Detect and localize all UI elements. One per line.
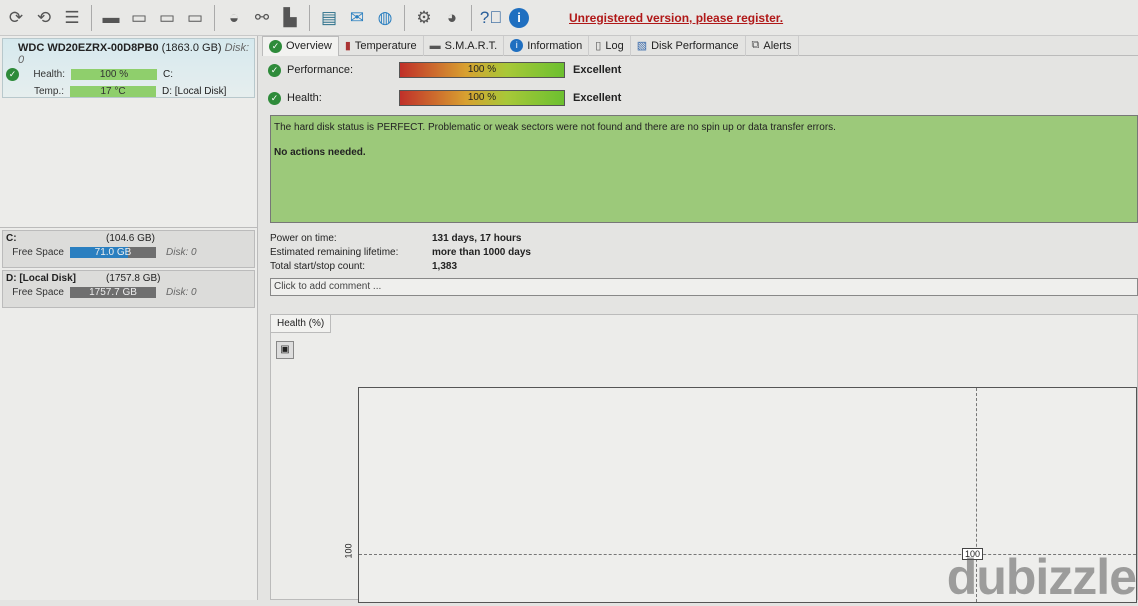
status-box: The hard disk status is PERFECT. Problem… <box>270 115 1138 223</box>
free-space-bar: 1757.7 GB <box>70 287 156 298</box>
check-icon: ✓ <box>6 68 19 81</box>
disk-list-empty <box>0 100 257 228</box>
disk-panel: WDC WD20EZRX-00D8PB0 (1863.0 GB) Disk: 0… <box>0 36 258 600</box>
health-rating: Excellent <box>573 92 622 104</box>
disk-name: WDC WD20EZRX-00D8PB0 <box>18 42 159 54</box>
tab-information[interactable]: i Information <box>504 35 590 56</box>
network-globe-icon[interactable]: ◍ <box>373 6 397 30</box>
disk-clock-icon[interactable]: ▭ <box>127 6 151 30</box>
mail-icon[interactable]: ✉ <box>345 6 369 30</box>
network-icon[interactable]: ⚯ <box>250 6 274 30</box>
check-icon: ✓ <box>268 91 281 105</box>
info-icon[interactable]: i <box>507 6 531 30</box>
comment-input[interactable]: Click to add comment ... <box>270 278 1138 296</box>
tab-label: Log <box>605 39 624 52</box>
refresh-disk-icon[interactable]: ⟲ <box>32 6 56 30</box>
disk-item[interactable]: WDC WD20EZRX-00D8PB0 (1863.0 GB) Disk: 0… <box>2 38 255 98</box>
performance-bar: 100 % <box>399 62 565 78</box>
free-space-bar: 71.0 GB <box>70 247 156 258</box>
tab-alerts[interactable]: ⧉ Alerts <box>746 35 799 56</box>
tab-smart[interactable]: ▬ S.M.A.R.T. <box>424 35 505 56</box>
info-label: Power on time: <box>270 233 337 244</box>
toolbar-separator <box>214 4 215 31</box>
info-value: 1,383 <box>432 261 458 272</box>
tab-label: Disk Performance <box>651 39 739 52</box>
main-panel: ✓ Overview ▮ Temperature ▬ S.M.A.R.T. i Info… <box>262 35 1138 603</box>
disk-info: Power on time: 131 days, 17 hours Estimat… <box>270 233 1138 275</box>
check-icon: ✓ <box>269 39 282 53</box>
health-label: Health: <box>287 92 322 104</box>
volume-d: D: [Local Disk] <box>162 86 227 97</box>
disk-search-icon[interactable]: ▭ <box>183 6 207 30</box>
document-icon: ▯ <box>595 40 602 52</box>
disk-icon[interactable]: ▬ <box>99 6 123 30</box>
chart-icon: ▧ <box>636 40 648 52</box>
thermometer-icon: ▮ <box>344 40 351 52</box>
report-icon[interactable]: ▤ <box>317 6 341 30</box>
watermark-logo: dubizzle <box>946 549 1137 605</box>
status-action: No actions needed. <box>274 147 366 158</box>
free-space-label: Free Space <box>12 247 64 258</box>
dash-icon: ▬ <box>429 39 441 52</box>
tab-disk-performance[interactable]: ▧ Disk Performance <box>631 35 746 56</box>
disk-check-icon[interactable]: ▭ <box>155 6 179 30</box>
health-label: Health: <box>33 69 65 80</box>
partition-name: D: [Local Disk] <box>6 273 77 284</box>
disk-drive-icon[interactable]: ◒ <box>222 6 246 30</box>
free-space-value: 71.0 GB <box>94 247 132 258</box>
temp-bar: 17 °C <box>70 86 156 97</box>
info-value: more than 1000 days <box>432 247 531 258</box>
gear-icon[interactable]: ⚙ <box>412 6 436 30</box>
help-icon[interactable]: ?⃝ <box>479 6 503 30</box>
toolbar-separator <box>404 4 405 31</box>
copy-icon: ⧉ <box>751 39 760 51</box>
free-space-value: 1757.7 GB <box>89 287 137 298</box>
partition-size: (104.6 GB) <box>106 233 155 244</box>
list-icon[interactable]: ☰ <box>60 6 84 30</box>
tab-log[interactable]: ▯ Log <box>589 35 631 56</box>
tab-label: Temperature <box>354 39 417 52</box>
check-icon: ✓ <box>268 63 281 77</box>
toolbar-separator <box>309 4 310 31</box>
save-icon[interactable]: ▣ <box>276 341 294 359</box>
free-space-label: Free Space <box>12 287 64 298</box>
register-link[interactable]: Unregistered version, please register. <box>569 11 783 25</box>
toolbar: ⟳ ⟲ ☰ ▬ ▭ ▭ ▭ ◒ ⚯ ▙ ▤ ✉ ◍ ⚙ ◕ ?⃝ i Unreg… <box>0 0 1138 36</box>
tab-label: Alerts <box>763 39 792 52</box>
info-label: Total start/stop count: <box>270 261 366 272</box>
info-value: 131 days, 17 hours <box>432 233 522 244</box>
sound-icon[interactable]: ◕ <box>440 6 464 30</box>
health-row: ✓ Health: 100 % Excellent <box>268 84 1138 112</box>
tab-bar: ✓ Overview ▮ Temperature ▬ S.M.A.R.T. i Info… <box>262 35 1138 56</box>
toolbar-separator <box>91 4 92 31</box>
performance-row: ✓ Performance: 100 % Excellent <box>268 56 1138 84</box>
info-icon: i <box>510 39 524 52</box>
volume-c: C: <box>163 69 173 80</box>
info-label: Estimated remaining lifetime: <box>270 247 399 258</box>
tab-temperature[interactable]: ▮ Temperature <box>339 35 424 56</box>
y-tick-label: 100 <box>343 543 354 559</box>
partition-disk: Disk: 0 <box>166 287 197 298</box>
status-text: The hard disk status is PERFECT. Problem… <box>274 122 836 133</box>
usb-icon[interactable]: ▙ <box>278 6 302 30</box>
performance-label: Performance: <box>287 64 354 76</box>
partition-item[interactable]: D: [Local Disk] (1757.8 GB) Free Space 175… <box>2 270 255 308</box>
toolbar-separator <box>471 4 472 31</box>
health-bar: 100 % <box>71 69 157 80</box>
partition-size: (1757.8 GB) <box>106 273 161 284</box>
temp-label: Temp.: <box>33 86 64 97</box>
refresh-icon[interactable]: ⟳ <box>4 6 28 30</box>
partition-item[interactable]: C: (104.6 GB) Free Space 71.0 GB Disk: 0 <box>2 230 255 268</box>
tab-label: Overview <box>286 40 332 52</box>
tab-health-chart[interactable]: Health (%) <box>271 315 332 333</box>
tab-overview[interactable]: ✓ Overview <box>262 35 339 56</box>
health-bar: 100 % <box>399 90 565 106</box>
tab-label: Information <box>527 39 583 52</box>
partition-name: C: <box>6 233 17 244</box>
performance-rating: Excellent <box>573 64 622 76</box>
disk-size: (1863.0 GB) <box>161 42 222 54</box>
tab-label: S.M.A.R.T. <box>444 39 498 52</box>
partition-disk: Disk: 0 <box>166 247 197 258</box>
